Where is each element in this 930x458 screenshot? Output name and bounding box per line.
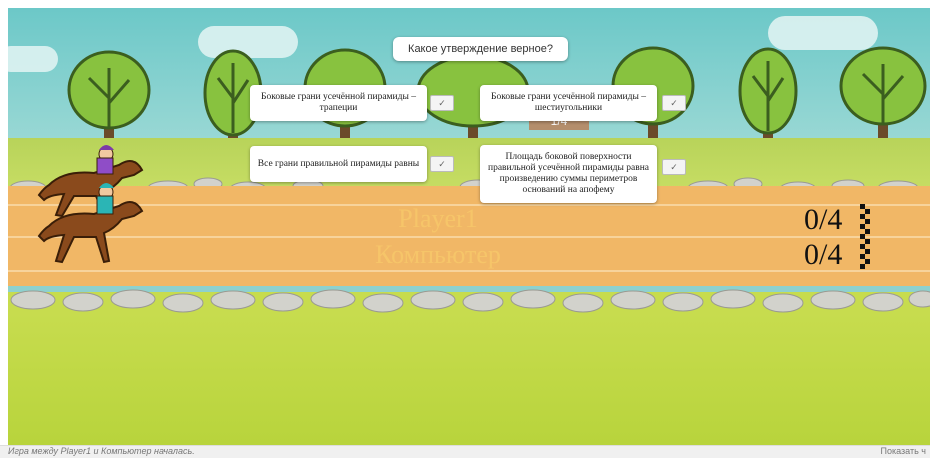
answer-text: Площадь боковой поверхности правильной у… — [488, 152, 649, 195]
answer-text: Все грани правильной пирамиды равны — [257, 158, 420, 169]
tree — [738, 47, 798, 146]
player1-score: 0/4 — [804, 203, 843, 236]
answer-check-button[interactable]: ✓ — [662, 159, 686, 175]
player1-name: Player1 — [398, 204, 478, 233]
cloud — [8, 46, 58, 72]
computer-score: 0/4 — [804, 238, 843, 271]
status-bar: Игра между Player1 и Компьютер началась.… — [0, 445, 930, 458]
answer-check-button[interactable]: ✓ — [662, 95, 686, 111]
answer-option[interactable]: Боковые грани усечённой пирамиды – шести… — [480, 85, 657, 121]
answer-text: Боковые грани усечённой пирамиды – шести… — [491, 92, 646, 113]
lower-grass — [8, 313, 930, 445]
game-stage: Player1 Компьютер 0/4 0/4 1/4 Какое утве… — [8, 8, 930, 445]
answer-check-button[interactable]: ✓ — [430, 156, 454, 172]
answer-text: Боковые грани усечённой пирамиды – трапе… — [261, 92, 416, 113]
show-chat-link[interactable]: Показать ч — [881, 446, 926, 456]
answer-option[interactable]: Боковые грани усечённой пирамиды – трапе… — [250, 85, 427, 121]
answer-option[interactable]: Площадь боковой поверхности правильной у… — [480, 145, 657, 203]
finish-flag-icon — [860, 204, 870, 269]
lane-line — [8, 270, 930, 272]
tree — [67, 50, 151, 148]
answer-option[interactable]: Все грани правильной пирамиды равны — [250, 146, 427, 182]
computer-name: Компьютер — [375, 240, 501, 269]
horse-computer — [37, 183, 144, 264]
tree — [839, 46, 927, 144]
answer-check-button[interactable]: ✓ — [430, 95, 454, 111]
status-message: Игра между Player1 и Компьютер началась. — [8, 446, 195, 456]
question-prompt: Какое утверждение верное? — [393, 37, 568, 61]
